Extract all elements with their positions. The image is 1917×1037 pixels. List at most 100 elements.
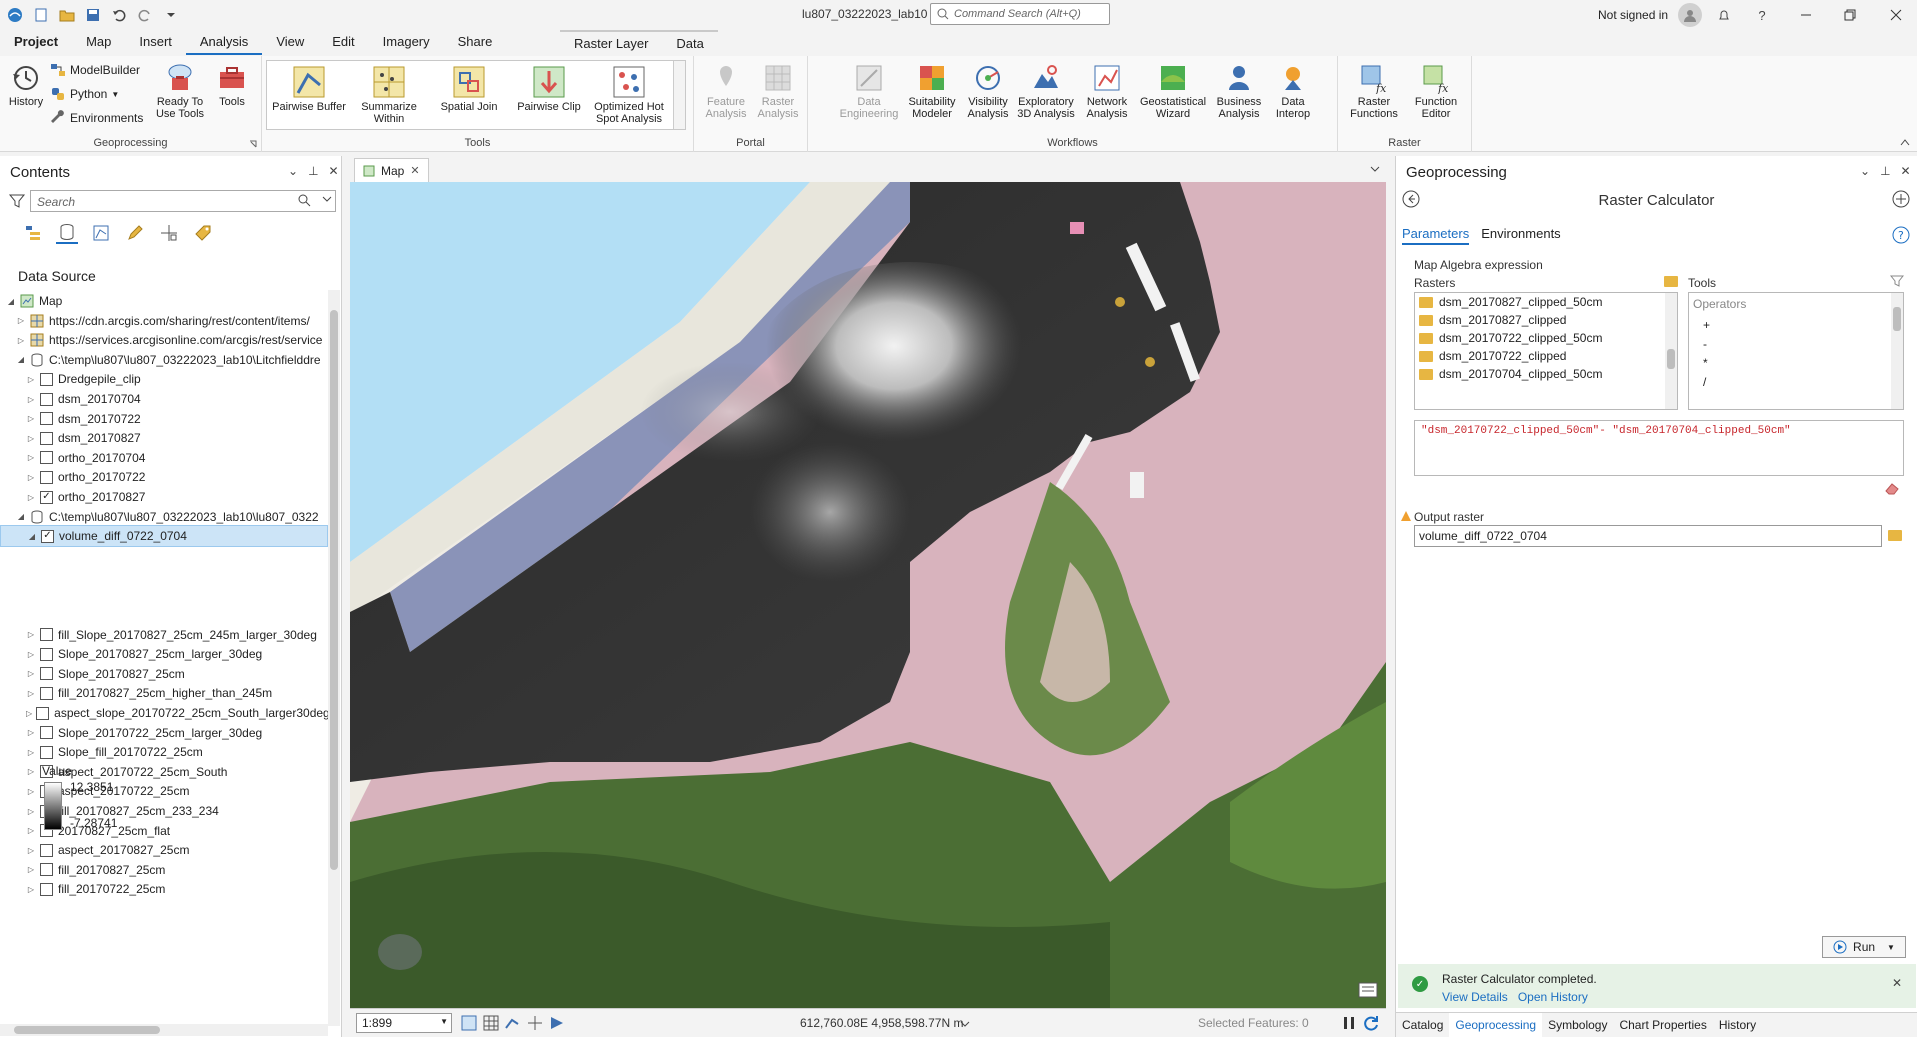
rasters-list-scrollbar[interactable] (1665, 293, 1677, 409)
redo-icon[interactable] (134, 4, 156, 26)
tab-geoprocessing[interactable]: Geoprocessing (1449, 1013, 1543, 1037)
expand-arrow-icon[interactable]: ▷ (26, 493, 36, 502)
contents-horizontal-scrollbar[interactable] (0, 1024, 328, 1036)
grid-icon[interactable] (482, 1014, 500, 1032)
overview-icon[interactable] (1358, 982, 1378, 998)
pause-drawing-icon[interactable] (1340, 1014, 1358, 1032)
tab-analysis[interactable]: Analysis (185, 30, 263, 55)
notifications-bell-icon[interactable] (1712, 4, 1736, 26)
pairwise-buffer-button[interactable]: Pairwise Buffer (269, 65, 349, 113)
eraser-icon[interactable] (1884, 481, 1900, 495)
customize-qat-icon[interactable] (160, 4, 182, 26)
layer-visibility-checkbox[interactable]: ✓ (40, 490, 53, 504)
operator-item[interactable]: - (1689, 334, 1903, 353)
dialog-launcher-icon[interactable] (249, 140, 257, 148)
signin-status[interactable]: Not signed in (1598, 8, 1668, 22)
tab-raster-layer[interactable]: Raster Layer (560, 32, 662, 57)
tools-button[interactable]: Tools (212, 62, 252, 108)
layer-visibility-checkbox[interactable] (40, 686, 53, 700)
expand-arrow-icon[interactable]: ▷ (26, 650, 36, 659)
spatial-join-button[interactable]: Spatial Join (429, 65, 509, 113)
suitability-modeler-button[interactable]: Suitability Modeler (902, 62, 962, 120)
close-window-icon[interactable] (1884, 4, 1908, 26)
filter-icon[interactable] (8, 192, 26, 210)
tab-chart-properties[interactable]: Chart Properties (1613, 1013, 1712, 1037)
pane-options-icon[interactable]: ⌄ (1860, 164, 1870, 178)
layer-visibility-checkbox[interactable] (40, 745, 53, 759)
collapse-arrow-icon[interactable]: ◢ (16, 355, 26, 364)
raster-analysis-button[interactable]: Raster Analysis (754, 62, 802, 120)
layer-row[interactable]: ◢ ✓ volume_diff_0722_0704 (0, 525, 328, 548)
layer-visibility-checkbox[interactable] (36, 706, 50, 720)
gallery-scroll[interactable] (673, 61, 685, 129)
crosshair-icon[interactable] (526, 1014, 544, 1032)
close-pane-icon[interactable]: ✕ (1901, 164, 1911, 178)
layer-visibility-checkbox[interactable] (40, 451, 53, 465)
modelbuilder-button[interactable]: ModelBuilder (50, 62, 140, 78)
close-icon[interactable]: ✕ (1892, 976, 1902, 990)
visibility-analysis-button[interactable]: Visibility Analysis (962, 62, 1014, 120)
raster-list-item[interactable]: dsm_20170722_clipped (1415, 347, 1677, 365)
expand-arrow-icon[interactable]: ▷ (26, 846, 36, 855)
tab-share[interactable]: Share (444, 30, 507, 55)
expand-arrow-icon[interactable]: ▷ (26, 473, 36, 482)
map-algebra-expression-input[interactable]: "dsm_20170722_clipped_50cm"- "dsm_201707… (1414, 420, 1904, 476)
tab-project[interactable]: Project (0, 30, 72, 55)
exploratory-3d-analysis-button[interactable]: Exploratory 3D Analysis (1014, 62, 1078, 120)
summarize-within-button[interactable]: Summarize Within (349, 65, 429, 125)
tab-view[interactable]: View (262, 30, 318, 55)
collapse-arrow-icon[interactable]: ◢ (16, 512, 26, 521)
operator-item[interactable]: + (1689, 315, 1903, 334)
function-editor-button[interactable]: fx Function Editor (1408, 62, 1464, 120)
refresh-icon[interactable] (1362, 1014, 1380, 1032)
list-by-selection-icon[interactable] (90, 222, 112, 244)
help-icon[interactable]: ? (1892, 226, 1910, 244)
layer-visibility-checkbox[interactable] (40, 863, 53, 877)
ready-to-use-tools-button[interactable]: Ready To Use Tools (150, 62, 210, 120)
chevron-down-icon[interactable] (960, 1019, 970, 1029)
layer-row[interactable]: ▷ fill_20170722_25cm (0, 878, 328, 900)
layer-visibility-checkbox[interactable] (40, 392, 53, 406)
tab-environments[interactable]: Environments (1481, 226, 1560, 245)
list-by-snapping-icon[interactable] (158, 222, 180, 244)
business-analysis-button[interactable]: Business Analysis (1212, 62, 1266, 120)
layer-visibility-checkbox[interactable] (40, 628, 53, 642)
collapse-arrow-icon[interactable]: ◢ (6, 297, 16, 306)
expand-arrow-icon[interactable]: ▷ (26, 453, 36, 462)
expand-arrow-icon[interactable]: ▷ (26, 865, 36, 874)
pin-icon[interactable]: ⊥ (1880, 164, 1890, 178)
restore-icon[interactable] (1838, 4, 1862, 26)
raster-list-item[interactable]: dsm_20170827_clipped (1415, 311, 1677, 329)
raster-list-item[interactable]: dsm_20170722_clipped_50cm (1415, 329, 1677, 347)
layer-visibility-checkbox[interactable] (40, 647, 53, 661)
layer-visibility-checkbox[interactable] (40, 412, 53, 426)
search-icon[interactable] (298, 194, 311, 207)
raster-list-item[interactable]: dsm_20170827_clipped_50cm (1415, 293, 1677, 311)
tab-map[interactable]: Map (72, 30, 125, 55)
tab-history[interactable]: History (1713, 1013, 1762, 1037)
save-icon[interactable] (82, 4, 104, 26)
run-button[interactable]: Run ▼ (1822, 936, 1906, 958)
open-project-icon[interactable] (56, 4, 78, 26)
browse-output-icon[interactable] (1888, 530, 1908, 544)
collapse-arrow-icon[interactable]: ◢ (27, 532, 37, 541)
expand-arrow-icon[interactable]: ▷ (26, 826, 36, 835)
expand-arrow-icon[interactable]: ▷ (26, 787, 36, 796)
network-analysis-button[interactable]: Network Analysis (1078, 62, 1136, 120)
minimize-icon[interactable] (1794, 4, 1818, 26)
data-interop-button[interactable]: Data Interop (1268, 62, 1318, 120)
expand-arrow-icon[interactable]: ▷ (26, 728, 36, 737)
fixed-zoom-icon[interactable] (460, 1014, 478, 1032)
tab-insert[interactable]: Insert (125, 30, 186, 55)
list-by-labeling-icon[interactable] (192, 222, 214, 244)
optimized-hot-spot-button[interactable]: Optimized Hot Spot Analysis (589, 65, 669, 125)
expand-arrow-icon[interactable]: ▷ (26, 885, 36, 894)
raster-functions-button[interactable]: fx Raster Functions (1342, 62, 1406, 120)
browse-folder-icon[interactable] (1664, 276, 1684, 290)
tab-edit[interactable]: Edit (318, 30, 368, 55)
list-by-editing-icon[interactable] (124, 222, 146, 244)
expand-arrow-icon[interactable]: ▷ (26, 807, 36, 816)
layer-visibility-checkbox[interactable] (40, 372, 53, 386)
close-pane-icon[interactable]: ✕ (329, 164, 339, 178)
add-icon[interactable] (1892, 190, 1910, 208)
